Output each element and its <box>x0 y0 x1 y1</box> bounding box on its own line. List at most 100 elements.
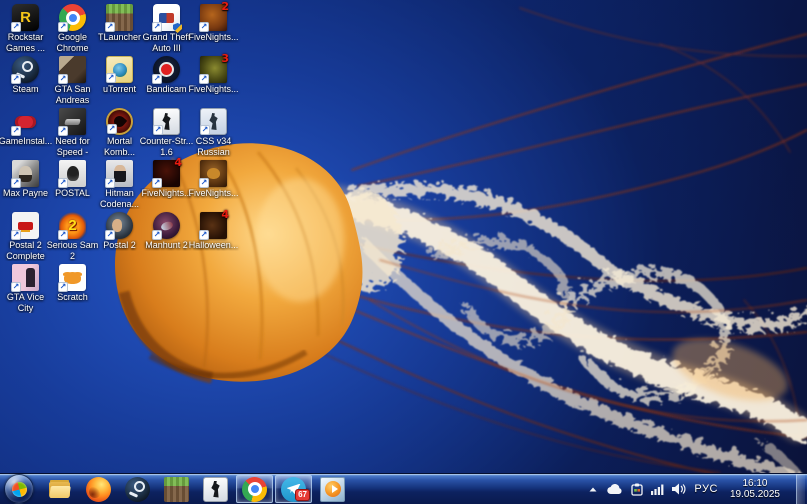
desktop-shortcut-postal[interactable]: POSTAL <box>49 160 96 212</box>
mortal-kombat-icon <box>106 108 133 135</box>
desktop-shortcut-fnaf-freddy[interactable]: FiveNights... <box>190 160 237 212</box>
shortcut-arrow-icon <box>11 74 21 84</box>
desktop-shortcut-manhunt2[interactable]: Manhunt 2 <box>143 212 190 264</box>
desktop-shortcut-fnaf3[interactable]: 3 FiveNights... <box>190 56 237 108</box>
taskbar-button-minecraft[interactable] <box>158 475 195 503</box>
taskbar-button-chrome[interactable] <box>236 475 273 503</box>
desktop-shortcut-cs16[interactable]: Counter-Str... 1.6 <box>143 108 190 160</box>
desktop-shortcut-fnaf4[interactable]: 4 FiveNights... <box>143 160 190 212</box>
desktop-shortcut-steam[interactable]: Steam <box>2 56 49 108</box>
taskbar-button-explorer[interactable] <box>41 475 78 503</box>
fnaf2-icon: 2 <box>200 4 227 31</box>
language-indicator[interactable]: РУС <box>694 483 718 495</box>
css-v34-icon <box>200 108 227 135</box>
shortcut-arrow-icon <box>152 22 162 32</box>
desktop-shortcut-gta-vc[interactable]: GTA Vice City <box>2 264 49 316</box>
desktop-shortcut-nfs[interactable]: Need for Speed - Mo... <box>49 108 96 160</box>
desktop-shortcut-label: Manhunt 2 <box>140 240 194 251</box>
desktop-shortcut-label: CSS v34 Russian <box>187 136 241 157</box>
desktop-shortcut-label: uTorrent <box>93 84 147 95</box>
shortcut-arrow-icon <box>58 178 68 188</box>
desktop-shortcut-gtasa[interactable]: GTA San Andreas <box>49 56 96 108</box>
clock[interactable]: 16:10 19.05.2025 <box>726 478 784 501</box>
desktop-shortcut-serious-sam2[interactable]: Serious Sam 2 <box>49 212 96 264</box>
fnaf4-icon: 4 <box>153 160 180 187</box>
shortcut-arrow-icon <box>11 282 21 292</box>
desktop-shortcut-label: TLauncher <box>93 32 147 43</box>
desktop-shortcut-max-payne[interactable]: Max Payne <box>2 160 49 212</box>
desktop-shortcut-label: Need for Speed - Mo... <box>46 136 100 158</box>
taskbar-items: 67 <box>40 474 352 504</box>
desktop-shortcut-rockstar[interactable]: Rockstar Games ... <box>2 4 49 56</box>
desktop-shortcut-gta3[interactable]: Grand Theft Auto III <box>143 4 190 56</box>
nfs-icon <box>59 108 86 135</box>
desktop-shortcut-label: Google Chrome <box>46 32 100 53</box>
utorrent-icon <box>106 56 133 83</box>
desktop-shortcut-postal2-complete[interactable]: Postal 2 Complete <box>2 212 49 264</box>
hidden-icons-caret[interactable] <box>588 485 598 493</box>
desktop-shortcut-tlauncher[interactable]: TLauncher <box>96 4 143 56</box>
desktop-icon-grid: Rockstar Games ... Google Chrome TLaunch… <box>2 4 237 316</box>
shortcut-arrow-icon <box>152 178 162 188</box>
desktop-shortcut-postal2[interactable]: Postal 2 <box>96 212 143 264</box>
taskbar-button-steam[interactable] <box>119 475 156 503</box>
shortcut-arrow-icon <box>152 74 162 84</box>
counter-strike-icon <box>203 477 228 502</box>
desktop-shortcut-mortal-kombat[interactable]: Mortal Komb... <box>96 108 143 160</box>
network-signal-icon[interactable] <box>651 484 664 495</box>
media-player-icon <box>320 477 345 502</box>
shortcut-arrow-icon <box>58 74 68 84</box>
desktop-shortcut-label: Counter-Str... 1.6 <box>140 136 194 157</box>
icon-number-badge: 2 <box>221 0 229 13</box>
desktop-shortcut-utorrent[interactable]: uTorrent <box>96 56 143 108</box>
gameinstall-icon <box>12 108 39 135</box>
gta-vc-icon <box>12 264 39 291</box>
taskbar-button-firefox[interactable] <box>80 475 117 503</box>
serious-sam2-icon <box>59 212 86 239</box>
shortcut-arrow-icon <box>153 125 163 135</box>
desktop-shortcut-label: Bandicam <box>140 84 194 95</box>
shortcut-arrow-icon <box>11 22 21 32</box>
desktop-shortcut-chrome[interactable]: Google Chrome <box>49 4 96 56</box>
taskbar-button-media-player[interactable] <box>314 475 351 503</box>
shortcut-arrow-icon <box>11 178 21 188</box>
shortcut-arrow-icon <box>58 282 68 292</box>
show-desktop-button[interactable] <box>796 474 805 504</box>
desktop-shortcut-halloween[interactable]: 4 Halloween... <box>190 212 237 264</box>
desktop-shortcut-hitman[interactable]: Hitman Codena... <box>96 160 143 212</box>
shortcut-arrow-icon <box>105 230 115 240</box>
clipboard-icon[interactable] <box>631 483 643 496</box>
desktop-shortcut-label: Scratch <box>46 292 100 303</box>
clock-time: 16:10 <box>742 478 767 489</box>
explorer-icon <box>47 477 72 502</box>
desktop-shortcut-fnaf2[interactable]: 2 FiveNights... <box>190 4 237 56</box>
shortcut-arrow-icon <box>11 126 21 136</box>
firefox-icon <box>86 477 111 502</box>
desktop-shortcut-label: POSTAL <box>46 188 100 199</box>
chrome-icon <box>59 4 86 31</box>
desktop-shortcut-scratch[interactable]: Scratch <box>49 264 96 316</box>
shortcut-arrow-icon <box>199 74 209 84</box>
desktop-shortcut-label: Mortal Komb... <box>93 136 147 157</box>
taskbar-button-telegram[interactable]: 67 <box>275 475 312 503</box>
postal2-complete-icon <box>12 212 39 239</box>
icon-number-badge: 4 <box>174 156 182 169</box>
desktop-shortcut-gameinstall[interactable]: GameInstal... <box>2 108 49 160</box>
volume-icon[interactable] <box>672 483 686 495</box>
gtasa-icon <box>59 56 86 83</box>
postal-icon <box>59 160 86 187</box>
taskbar-button-counter-strike[interactable] <box>197 475 234 503</box>
cloud-icon[interactable] <box>606 484 623 495</box>
shortcut-arrow-icon <box>58 230 68 240</box>
start-button[interactable] <box>4 474 34 504</box>
tlauncher-icon <box>106 4 133 31</box>
desktop-shortcut-bandicam[interactable]: Bandicam <box>143 56 190 108</box>
desktop-shortcut-label: Hitman Codena... <box>93 188 147 209</box>
desktop-shortcut-label: FiveNights... <box>140 188 194 199</box>
desktop-shortcut-css-v34[interactable]: CSS v34 Russian <box>190 108 237 160</box>
unread-count-badge: 67 <box>295 489 310 501</box>
shortcut-arrow-icon <box>58 22 68 32</box>
manhunt2-icon <box>153 212 180 239</box>
desktop-shortcut-label: GTA San Andreas <box>46 84 100 105</box>
desktop-shortcut-label: Grand Theft Auto III <box>140 32 194 53</box>
